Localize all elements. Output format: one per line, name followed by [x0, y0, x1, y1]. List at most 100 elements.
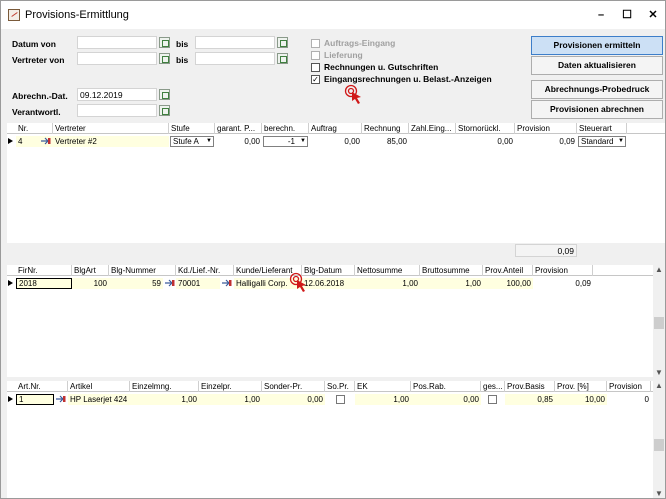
checkbox-box[interactable]	[311, 62, 320, 72]
provision-cell[interactable]: 0,09	[533, 278, 593, 289]
column-header[interactable]: ges...	[481, 381, 505, 392]
column-header[interactable]: Nr.	[16, 123, 53, 134]
column-header[interactable]: Stornorückl.	[456, 123, 515, 134]
column-header[interactable]: Prov.Anteil	[483, 265, 533, 276]
column-header[interactable]: Rechnung	[362, 123, 409, 134]
vertreter-von-input[interactable]	[77, 52, 157, 65]
einzelpr-cell[interactable]: 1,00	[199, 394, 262, 405]
column-header[interactable]: Bruttosumme	[420, 265, 483, 276]
daten-aktualisieren-button[interactable]: Daten aktualisieren	[531, 56, 663, 75]
lookup-icon[interactable]	[159, 105, 170, 116]
prov-prozent-cell[interactable]: 10,00	[555, 394, 607, 405]
column-header[interactable]: Artikel	[68, 381, 130, 392]
datum-von-input[interactable]	[77, 36, 157, 49]
blgart-cell[interactable]: 100	[72, 278, 109, 289]
provision-cell[interactable]: 0,09	[515, 136, 577, 147]
table-row[interactable]: 4 Vertreter #2 Stufe A ▼ 0,00 -1 ▼ 0,00 85…	[7, 136, 665, 147]
garant-cell[interactable]: 0,00	[215, 136, 262, 147]
column-header[interactable]: Blg-Nummer	[109, 265, 176, 276]
scrollbar-thumb[interactable]	[654, 317, 664, 329]
auftrags-eingang-checkbox[interactable]: Auftrags-Eingang	[311, 38, 395, 48]
lookup-arrow-icon[interactable]	[222, 279, 232, 287]
maximize-button[interactable]: ☐	[615, 6, 639, 24]
firnr-cell[interactable]: 2018	[16, 278, 72, 289]
blgdatum-cell[interactable]: 12.06.2018	[302, 278, 355, 289]
scrollbar-thumb[interactable]	[654, 439, 664, 451]
checkbox-box[interactable]	[311, 38, 320, 48]
lookup-icon[interactable]	[159, 53, 170, 64]
netto-cell[interactable]: 1,00	[355, 278, 420, 289]
artikel-cell[interactable]: HP Laserjet 424	[68, 394, 130, 405]
column-header[interactable]: berechn.	[262, 123, 309, 134]
column-header[interactable]: Zahl.Eing...	[409, 123, 456, 134]
blgnr-cell[interactable]: 59	[109, 278, 163, 289]
column-header[interactable]: Provision	[533, 265, 593, 276]
vertical-scrollbar[interactable]: ▲ ▼	[653, 265, 665, 377]
column-header[interactable]: Blg-Datum	[302, 265, 355, 276]
so-pr-checkbox[interactable]	[336, 395, 345, 404]
column-header[interactable]: Auftrag	[309, 123, 362, 134]
column-header[interactable]: garant. P...	[215, 123, 262, 134]
column-header[interactable]: Prov.Basis	[505, 381, 555, 392]
verantwortl-input[interactable]	[77, 104, 157, 117]
column-header[interactable]: Prov. [%]	[555, 381, 607, 392]
abrechn-dat-input[interactable]: 09.12.2019	[77, 88, 157, 101]
scroll-down-icon[interactable]: ▼	[653, 489, 665, 498]
calendar-icon[interactable]	[277, 37, 288, 48]
column-header[interactable]: Einzelmng.	[130, 381, 199, 392]
column-header[interactable]: BlgArt	[72, 265, 109, 276]
steuerart-select[interactable]: Standard ▼	[578, 136, 626, 147]
column-header[interactable]: So.Pr.	[325, 381, 355, 392]
vertical-scrollbar[interactable]: ▲ ▼	[653, 381, 665, 498]
lookup-icon[interactable]	[277, 53, 288, 64]
table-row[interactable]: 1 HP Laserjet 424 1,00 1,00 0,00 1,00 0,…	[7, 394, 665, 405]
table-row[interactable]: 2018 100 59 70001 Halligalli Corp. 12.06…	[7, 278, 665, 289]
ek-cell[interactable]: 1,00	[355, 394, 411, 405]
calendar-icon[interactable]	[159, 37, 170, 48]
column-header[interactable]: Steuerart	[577, 123, 627, 134]
column-header[interactable]: Kd./Lief.-Nr.	[176, 265, 234, 276]
column-header[interactable]: Pos.Rab.	[411, 381, 481, 392]
ges-checkbox[interactable]	[488, 395, 497, 404]
close-button[interactable]: ✕	[641, 6, 665, 24]
column-header[interactable]: Provision	[515, 123, 577, 134]
lookup-arrow-icon[interactable]	[165, 279, 175, 287]
column-header[interactable]: EK	[355, 381, 411, 392]
column-header[interactable]: Nettosumme	[355, 265, 420, 276]
column-header[interactable]: Sonder-Pr.	[262, 381, 325, 392]
eingangsrechnungen-checkbox[interactable]: ✓ Eingangsrechnungen u. Belast.-Anzeigen	[311, 74, 492, 84]
checkbox-box[interactable]	[311, 50, 320, 60]
column-header[interactable]: Art.Nr.	[16, 381, 68, 392]
vertreter-cell[interactable]: Vertreter #2	[53, 136, 169, 147]
lookup-arrow-icon[interactable]	[56, 395, 66, 403]
provisionen-ermitteln-button[interactable]: Provisionen ermitteln	[531, 36, 663, 55]
zahl-eing-cell[interactable]	[409, 136, 456, 147]
lookup-arrow-icon[interactable]	[41, 137, 51, 145]
column-header[interactable]: Stufe	[169, 123, 215, 134]
storno-cell[interactable]: 0,00	[456, 136, 515, 147]
column-header[interactable]: Vertreter	[53, 123, 169, 134]
rechnungen-checkbox[interactable]: Rechnungen u. Gutschriften	[311, 62, 438, 72]
artnr-cell[interactable]: 1	[16, 394, 54, 405]
provision-cell[interactable]: 0	[607, 394, 651, 405]
lieferung-checkbox[interactable]: Lieferung	[311, 50, 363, 60]
scroll-down-icon[interactable]: ▼	[653, 368, 665, 377]
brutto-cell[interactable]: 1,00	[420, 278, 483, 289]
calendar-icon[interactable]	[159, 89, 170, 100]
prov-anteil-cell[interactable]: 100,00	[483, 278, 533, 289]
auftrag-cell[interactable]: 0,00	[309, 136, 362, 147]
provisionen-abrechnen-button[interactable]: Provisionen abrechnen	[531, 100, 663, 119]
pos-rab-cell[interactable]: 0,00	[411, 394, 481, 405]
abrechnungs-probedruck-button[interactable]: Abrechnungs-Probedruck	[531, 80, 663, 99]
rechnung-cell[interactable]: 85,00	[362, 136, 409, 147]
datum-bis-input[interactable]	[195, 36, 275, 49]
scroll-up-icon[interactable]: ▲	[653, 381, 665, 390]
checkbox-box[interactable]: ✓	[311, 74, 320, 84]
vertreter-bis-input[interactable]	[195, 52, 275, 65]
scroll-up-icon[interactable]: ▲	[653, 265, 665, 274]
einzelmng-cell[interactable]: 1,00	[130, 394, 199, 405]
column-header[interactable]: Provision	[607, 381, 651, 392]
column-header[interactable]: Einzelpr.	[199, 381, 262, 392]
prov-basis-cell[interactable]: 0,85	[505, 394, 555, 405]
column-header[interactable]: FirNr.	[16, 265, 72, 276]
